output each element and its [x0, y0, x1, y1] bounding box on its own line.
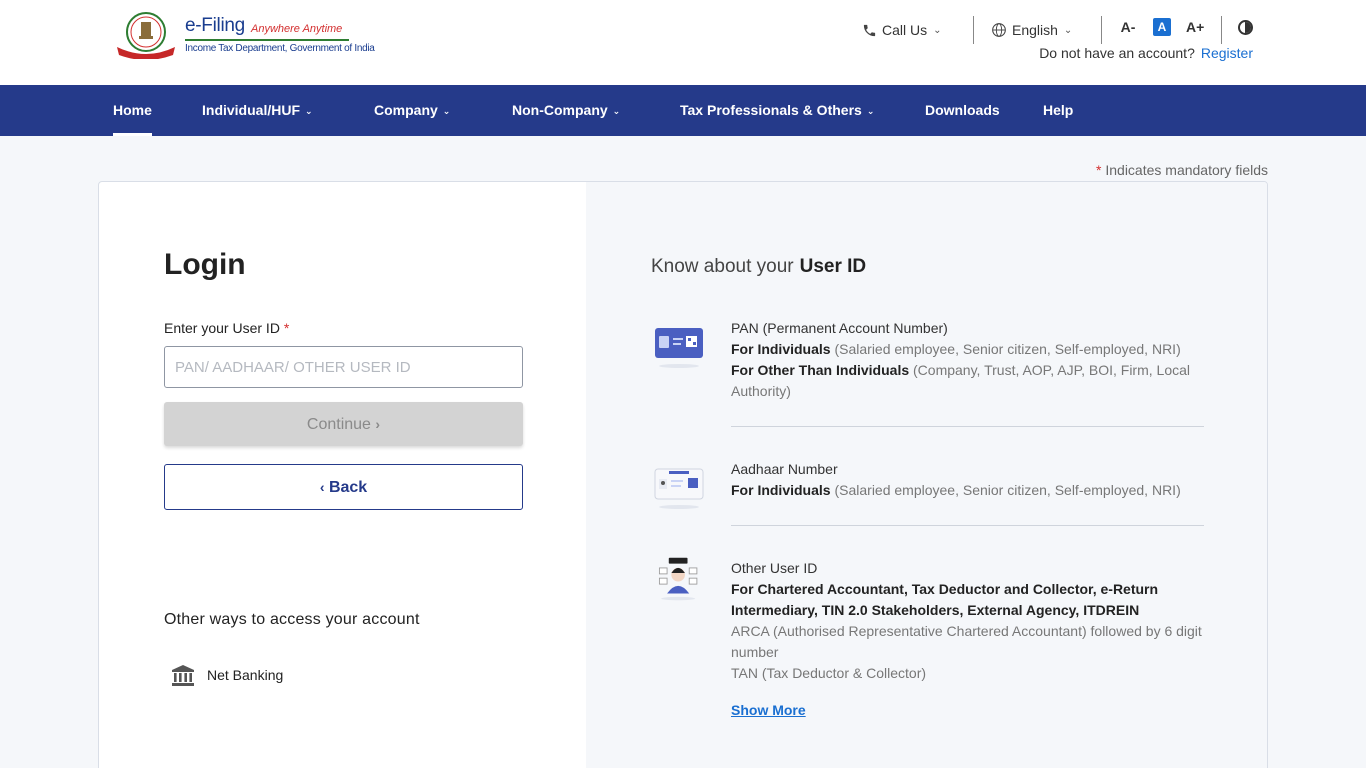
user-id-type-other: Other User ID For Chartered Accountant, … — [731, 558, 1206, 684]
nav-individual-huf[interactable]: Individual/HUF ⌄ — [202, 85, 313, 136]
language-dropdown[interactable]: English ⌄ — [991, 18, 1072, 42]
contrast-toggle-icon[interactable] — [1238, 20, 1253, 35]
pan-others-bold: For Other Than Individuals — [731, 362, 910, 378]
chevron-down-icon: ⌄ — [442, 106, 451, 116]
continue-button[interactable]: Continue › — [164, 402, 523, 446]
nav-non-company[interactable]: Non-Company ⌄ — [512, 85, 620, 136]
language-label: English — [1012, 22, 1058, 38]
account-prompt: Do not have an account? Register — [1039, 45, 1253, 61]
aadhaar-individuals-bold: For Individuals — [731, 482, 831, 498]
no-account-text: Do not have an account? — [1039, 45, 1195, 61]
aadhaar-individuals-rest: (Salaried employee, Senior citizen, Self… — [834, 482, 1181, 498]
call-us-dropdown[interactable]: Call Us ⌄ — [862, 18, 942, 42]
other-ways-heading: Other ways to access your account — [164, 611, 420, 628]
divider — [973, 16, 974, 44]
pan-others: For Other Than Individuals (Company, Tru… — [731, 360, 1206, 402]
aadhaar-heading: Aadhaar Number — [731, 461, 838, 477]
other-professionals-bold: For Chartered Accountant, Tax Deductor a… — [731, 581, 1159, 618]
nav-tax-professionals[interactable]: Tax Professionals & Others ⌄ — [680, 85, 874, 136]
chevron-down-icon: ⌄ — [1063, 24, 1073, 36]
phone-icon — [863, 24, 876, 36]
top-header: e-Filing Anywhere Anytime Income Tax Dep… — [0, 0, 1366, 85]
login-card: Login Enter your User ID * Continue › ‹ … — [98, 181, 1268, 768]
know-user-id-heading: Know about your User ID — [651, 256, 866, 278]
show-more-link[interactable]: Show More — [731, 702, 806, 718]
chevron-down-icon: ⌄ — [866, 106, 875, 116]
know-title-bold: User ID — [799, 256, 867, 277]
required-star: * — [283, 320, 290, 336]
font-normal-button[interactable]: A — [1153, 18, 1171, 36]
chevron-down-icon: ⌄ — [933, 24, 942, 36]
page-title: Login — [164, 248, 246, 281]
department-name: Income Tax Department, Government of Ind… — [185, 43, 375, 54]
pan-individuals: For Individuals (Salaried employee, Seni… — [731, 339, 1206, 360]
nav-label: Downloads — [925, 102, 1000, 118]
font-decrease-button[interactable]: A- — [1119, 18, 1137, 36]
brand-tagline: Anywhere Anytime — [251, 23, 343, 35]
efiling-logo[interactable]: e-Filing Anywhere Anytime Income Tax Dep… — [113, 11, 375, 61]
nav-label: Help — [1043, 102, 1074, 118]
other-user-id-icon — [658, 557, 698, 601]
user-id-label-text: Enter your User ID — [164, 320, 280, 336]
divider — [731, 426, 1204, 427]
mandatory-note: * Indicates mandatory fields — [1096, 162, 1268, 178]
aadhaar-card-icon — [654, 468, 704, 509]
divider — [1101, 16, 1102, 44]
nav-label: Non-Company — [512, 102, 608, 118]
pan-card-icon — [655, 328, 703, 368]
chevron-left-icon: ‹ — [319, 479, 325, 495]
chevron-down-icon: ⌄ — [305, 106, 313, 116]
nav-home[interactable]: Home — [113, 85, 152, 136]
pan-heading: PAN (Permanent Account Number) — [731, 320, 948, 336]
net-banking-label: Net Banking — [207, 667, 284, 683]
main-nav: Home Individual/HUF ⌄ Company ⌄ Non-Compan… — [0, 85, 1366, 136]
net-banking-link[interactable]: Net Banking — [171, 664, 283, 686]
mandatory-text: Indicates mandatory fields — [1105, 162, 1268, 178]
aadhaar-individuals: For Individuals (Salaried employee, Seni… — [731, 480, 1206, 501]
pan-individuals-rest: (Salaried employee, Senior citizen, Self… — [834, 341, 1181, 357]
register-link[interactable]: Register — [1201, 45, 1253, 61]
user-id-input[interactable] — [164, 346, 523, 388]
divider — [1221, 16, 1222, 44]
nav-label: Tax Professionals & Others — [680, 102, 862, 118]
other-professionals: For Chartered Accountant, Tax Deductor a… — [731, 579, 1206, 621]
know-title-prefix: Know about your — [651, 256, 794, 277]
divider — [731, 525, 1204, 526]
user-id-type-aadhaar: Aadhaar Number For Individuals (Salaried… — [731, 459, 1206, 501]
bank-icon — [172, 665, 194, 686]
required-star: * — [1096, 162, 1102, 178]
call-us-label: Call Us — [882, 22, 928, 38]
font-increase-button[interactable]: A+ — [1186, 18, 1204, 36]
back-button[interactable]: ‹ Back — [164, 464, 523, 510]
globe-icon — [992, 23, 1006, 37]
back-label: Back — [328, 479, 368, 496]
emblem-icon — [117, 12, 175, 59]
user-id-label: Enter your User ID * — [164, 320, 289, 336]
nav-label: Individual/HUF — [202, 102, 300, 118]
other-heading: Other User ID — [731, 560, 818, 576]
nav-help[interactable]: Help — [1043, 85, 1073, 136]
brand-divider — [185, 39, 349, 41]
nav-company[interactable]: Company ⌄ — [374, 85, 450, 136]
other-tan: TAN (Tax Deductor & Collector) — [731, 665, 927, 681]
pan-individuals-bold: For Individuals — [731, 341, 831, 357]
brand-name: e-Filing — [185, 15, 245, 36]
continue-label: Continue — [306, 416, 371, 433]
user-id-type-pan: PAN (Permanent Account Number) For Indiv… — [731, 318, 1206, 402]
other-arca: ARCA (Authorised Representative Chartere… — [731, 623, 1202, 660]
chevron-down-icon: ⌄ — [612, 106, 621, 116]
nav-downloads[interactable]: Downloads — [925, 85, 1000, 136]
nav-label: Company — [374, 102, 438, 118]
chevron-right-icon: › — [375, 416, 381, 432]
nav-label: Home — [113, 102, 152, 118]
